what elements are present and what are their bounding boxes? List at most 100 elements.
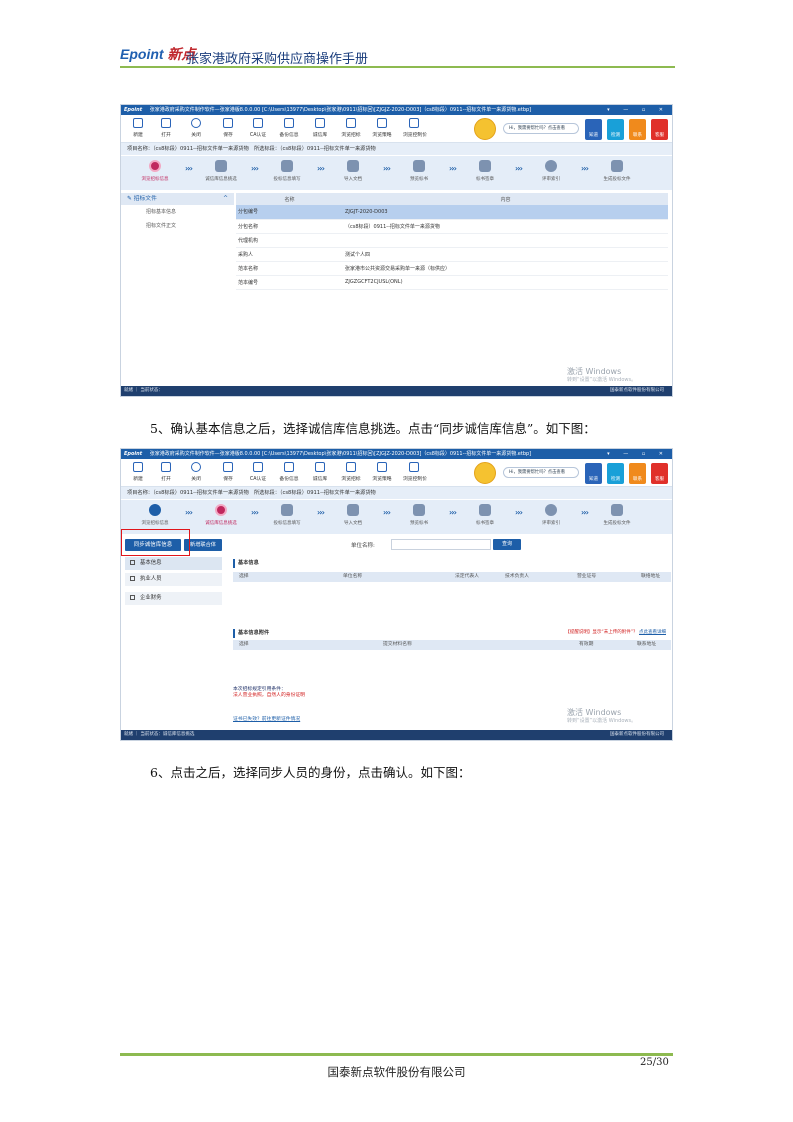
open-button[interactable]: 打开: [155, 462, 177, 482]
know-button[interactable]: 知道: [585, 463, 602, 484]
service-button[interactable]: 客服: [651, 119, 668, 140]
backup-button[interactable]: 备份信息: [278, 462, 300, 482]
chevron-right-icon: ›››: [185, 508, 193, 517]
project-bar: 项目名称：（cs8标段）0911--招标文件单一来源货物 所选标段：（cs8标段…: [121, 487, 672, 499]
table-row[interactable]: 分包名称 （cs8标段）0911--招标文件单一来源货物: [236, 219, 668, 234]
check-button[interactable]: 检测: [607, 463, 624, 484]
unit-name-input[interactable]: [391, 539, 491, 550]
service-button[interactable]: 客服: [651, 463, 668, 484]
table-row[interactable]: 代理机构: [236, 233, 668, 248]
assistant-mascot-icon[interactable]: [474, 118, 496, 140]
import-icon: [347, 504, 359, 516]
contact-button[interactable]: 联系: [629, 463, 646, 484]
step-credit-select[interactable]: 诚信库信息挑选: [195, 160, 247, 182]
browse-price-button[interactable]: 浏览控制价: [403, 118, 427, 138]
assistant-mascot-icon[interactable]: [474, 462, 496, 484]
step-credit-select[interactable]: 诚信库信息挑选: [195, 504, 247, 526]
form-icon: [281, 504, 293, 516]
activation-watermark: 激活 Windows 转到“设置”以激活 Windows。: [567, 367, 637, 383]
step-browse-bid[interactable]: 浏览招标信息: [129, 160, 181, 182]
edit-icon: ✎: [127, 196, 134, 202]
step-sign[interactable]: 标书签章: [459, 160, 511, 182]
step-wizard: 浏览招标信息 ››› 诚信库信息挑选 ››› 投标信息填写 ››› 导入文档 ›…: [121, 156, 672, 190]
attachment-header: 选择 提交材料名称 有效期 联系地址: [233, 640, 671, 650]
ca-auth-button[interactable]: CA认证: [247, 118, 269, 138]
browse-price-button[interactable]: 浏览控制价: [403, 462, 427, 482]
update-cert-link[interactable]: 证书已失效？前往更新证件情况: [233, 715, 300, 722]
backup-button[interactable]: 备份信息: [278, 118, 300, 138]
document-icon: [377, 118, 387, 128]
manual-title: 张家港政府采购供应商操作手册: [186, 52, 369, 67]
close-button[interactable]: 关闭: [185, 462, 207, 482]
step-import-doc[interactable]: 导入文档: [327, 504, 379, 526]
sidebar-header[interactable]: ✎ 招标文件 ^: [121, 193, 234, 205]
chevron-right-icon: ›››: [383, 508, 391, 517]
table-row[interactable]: 采购人 测试个人四: [236, 247, 668, 262]
open-button[interactable]: 打开: [155, 118, 177, 138]
table-row[interactable]: 范本名称 张家港市公共资源交易采购单一来源（标供应）: [236, 261, 668, 276]
status-bar: 就绪 ｜ 当前状态：诚信库信息挑选 国泰新点软件股份有限公司: [121, 730, 672, 740]
step-preview[interactable]: 预览标书: [393, 160, 445, 182]
step-fill-info[interactable]: 投标信息填写: [261, 160, 313, 182]
help-bubble[interactable]: Hi，我需要帮忙吗？点击查看: [503, 467, 579, 478]
ca-auth-button[interactable]: CA认证: [247, 462, 269, 482]
contact-button[interactable]: 联系: [629, 119, 646, 140]
screenshot-bid-info: Epoint 张家港政府采购文件制作软件—张家港版8.0.0.00 [C:\Us…: [120, 104, 673, 397]
window-controls[interactable]: ▾ — ▫ ✕: [607, 105, 669, 115]
new-button[interactable]: 新建: [127, 462, 149, 482]
browse-bid-button[interactable]: 浏览招标: [340, 462, 362, 482]
help-bubble[interactable]: Hi，我需要帮忙吗？点击查看: [503, 123, 579, 134]
window-title: 张家港政府采购文件制作软件—张家港版8.0.0.00 [C:\Users\139…: [149, 107, 532, 113]
know-button[interactable]: 知道: [585, 119, 602, 140]
save-icon: [223, 462, 233, 472]
reminder-hint[interactable]: 【提醒说明】显示“未上传的附件”？ 点此查看详细: [565, 629, 666, 635]
list-icon: [130, 576, 135, 581]
app-logo: Epoint: [124, 107, 143, 113]
step-import-doc[interactable]: 导入文档: [327, 160, 379, 182]
step-browse-bid[interactable]: 浏览招标信息: [129, 504, 181, 526]
nav-practitioners[interactable]: 执业人员: [125, 573, 222, 586]
instruction-step-5: 5、确认基本信息之后，选择诚信库信息挑选。点击“同步诚信库信息”。如下图：: [150, 421, 596, 436]
nav-finance[interactable]: 企业财务: [125, 592, 222, 605]
shield-icon: [315, 118, 325, 128]
step-fill-info[interactable]: 投标信息填写: [261, 504, 313, 526]
new-icon: [133, 462, 143, 472]
save-button[interactable]: 保存: [217, 118, 239, 138]
window-titlebar: Epoint 张家港政府采购文件制作软件—张家港版8.0.0.00 [C:\Us…: [121, 105, 672, 115]
stamp-icon: [479, 504, 491, 516]
sidebar-item-basic-info[interactable]: 招标基本信息: [121, 205, 234, 219]
layers-icon: [215, 160, 227, 172]
credit-library-button[interactable]: 诚信库: [309, 118, 331, 138]
window-controls[interactable]: ▾ — ▫ ✕: [607, 449, 669, 459]
step-generate[interactable]: 生成投标文件: [591, 160, 643, 182]
step-review-index[interactable]: 评审索引: [525, 160, 577, 182]
import-icon: [347, 160, 359, 172]
query-button[interactable]: 查询: [493, 539, 521, 550]
table-row[interactable]: 分包编号 ZJGJT-2020-D003: [236, 205, 668, 220]
browse-strategy-button[interactable]: 浏览策略: [371, 118, 393, 138]
chevron-up-icon: ^: [223, 196, 228, 202]
document-icon: [409, 118, 419, 128]
save-button[interactable]: 保存: [217, 462, 239, 482]
step-generate[interactable]: 生成投标文件: [591, 504, 643, 526]
check-button[interactable]: 检测: [607, 119, 624, 140]
target-icon: [149, 160, 161, 172]
step-sign[interactable]: 标书签章: [459, 504, 511, 526]
close-button[interactable]: 关闭: [185, 118, 207, 138]
document-icon: [346, 118, 356, 128]
sidebar-item-body[interactable]: 招标文件正文: [121, 219, 234, 233]
browse-bid-button[interactable]: 浏览招标: [340, 118, 362, 138]
new-button[interactable]: 新建: [127, 118, 149, 138]
column-header: 内容: [343, 193, 668, 205]
browse-strategy-button[interactable]: 浏览策略: [371, 462, 393, 482]
table-row[interactable]: 范本编号 ZJGZGCFT2CJUSL(ONL): [236, 275, 668, 290]
step-preview[interactable]: 预览标书: [393, 504, 445, 526]
credit-library-button[interactable]: 诚信库: [309, 462, 331, 482]
chevron-right-icon: ›››: [581, 508, 589, 517]
footer-company: 国泰新点软件股份有限公司: [327, 1065, 466, 1079]
preview-icon: [413, 160, 425, 172]
step-review-index[interactable]: 评审索引: [525, 504, 577, 526]
stamp-icon: [479, 160, 491, 172]
nav-basic-info[interactable]: 基本信息: [125, 557, 222, 570]
chevron-right-icon: ›››: [515, 164, 523, 173]
